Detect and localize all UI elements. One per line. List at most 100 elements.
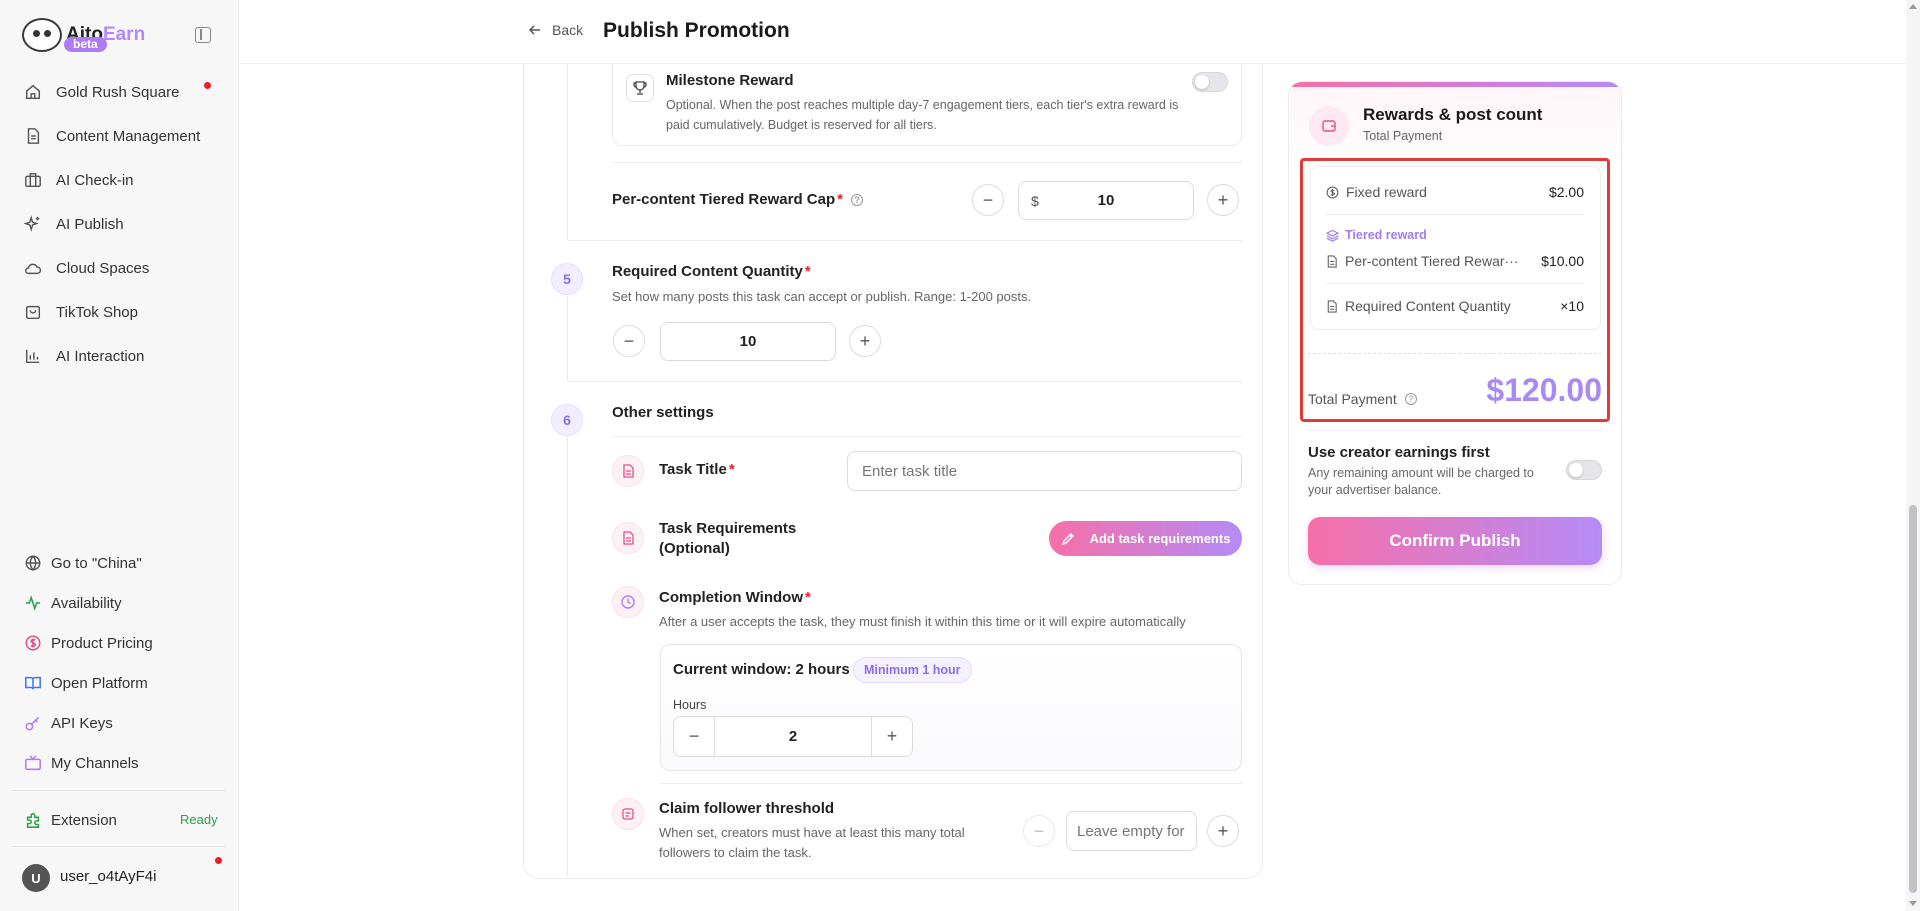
currency-symbol: $	[1031, 193, 1039, 209]
sidebar-item-cloud-spaces[interactable]: Cloud Spaces	[24, 254, 214, 282]
sidebar-item-tiktok-shop[interactable]: TikTok Shop	[24, 298, 214, 326]
confirm-publish-button[interactable]: Confirm Publish	[1308, 517, 1602, 565]
hours-decrement-button[interactable]: −	[674, 717, 714, 756]
sidebar-item-content-management[interactable]: Content Management	[24, 122, 214, 150]
sidebar-collapse-icon[interactable]	[195, 27, 211, 43]
minimum-hour-badge: Minimum 1 hour	[853, 657, 972, 683]
quantity-input[interactable]: 10	[660, 322, 836, 361]
step-5-title-text: Required Content Quantity	[612, 263, 803, 280]
sidebar-item-label: TikTok Shop	[56, 303, 138, 321]
follower-threshold-description: When set, creators must have at least th…	[659, 825, 965, 860]
briefcase-icon	[24, 171, 42, 189]
brand-logo[interactable]: AitoEarn beta	[22, 18, 145, 52]
help-icon[interactable]: ?	[850, 194, 863, 206]
avatar[interactable]: U	[22, 864, 50, 892]
hours-value[interactable]: 2	[714, 717, 872, 756]
sidebar-item-gold-rush-square[interactable]: Gold Rush Square	[24, 78, 214, 106]
follower-threshold-input[interactable]	[1066, 811, 1197, 851]
task-title-label: Task Title *	[659, 461, 735, 478]
book-icon	[24, 674, 42, 692]
completion-window-description: After a user accepts the task, they must…	[659, 614, 1186, 629]
sidebar-item-open-platform[interactable]: Open Platform	[24, 670, 148, 696]
puzzle-icon	[24, 811, 42, 829]
creator-earnings-toggle[interactable]	[1566, 460, 1602, 480]
sidebar-item-ai-publish[interactable]: AI Publish	[24, 210, 214, 238]
step-5-title: Required Content Quantity *	[612, 263, 811, 280]
sidebar-item-api-keys[interactable]: API Keys	[24, 710, 113, 736]
milestone-description: Optional. When the post reaches multiple…	[666, 98, 1179, 132]
sidebar-item-label: My Channels	[51, 754, 139, 772]
home-icon	[24, 83, 42, 101]
sidebar-item-product-pricing[interactable]: Product Pricing	[24, 630, 153, 656]
key-icon	[24, 714, 42, 732]
sidebar-item-label: Cloud Spaces	[56, 259, 150, 277]
highlight-box	[1300, 158, 1610, 422]
step-line	[567, 64, 568, 240]
activity-icon	[24, 594, 42, 612]
tier-cap-increment-button[interactable]: +	[1207, 184, 1239, 216]
sidebar: AitoEarn beta Gold Rush Square Content M…	[0, 0, 239, 911]
completion-window-label: Completion Window *	[659, 589, 811, 606]
sidebar-item-label: AI Publish	[56, 215, 124, 233]
tier-cap-input[interactable]: $10	[1018, 181, 1194, 220]
wallet-icon	[1309, 106, 1349, 146]
brand-name-b: Earn	[102, 24, 146, 45]
sidebar-item-label: AI Interaction	[56, 347, 145, 365]
hours-increment-button[interactable]: +	[872, 717, 912, 756]
follower-decrement-button[interactable]: −	[1023, 815, 1055, 847]
step-5-indicator: 5	[551, 263, 583, 295]
scrollbar-thumb[interactable]	[1909, 505, 1917, 893]
task-requirements-label-line2: (Optional)	[659, 540, 730, 557]
back-button[interactable]: Back	[528, 22, 583, 38]
sidebar-item-availability[interactable]: Availability	[24, 590, 122, 616]
task-requirements-label-line1: Task Requirements	[659, 520, 797, 537]
sidebar-item-label: Availability	[51, 594, 122, 612]
top-bar	[240, 0, 1906, 64]
current-window-text: Current window: 2 hours	[673, 661, 850, 678]
username[interactable]: user_o4tAyF4i	[60, 868, 156, 885]
summary-title: Rewards & post count	[1363, 105, 1543, 124]
creator-earnings-description: Any remaining amount will be charged to …	[1308, 466, 1534, 497]
tier-cap-decrement-button[interactable]: −	[972, 184, 1004, 216]
sidebar-item-label: AI Check-in	[56, 171, 134, 189]
quantity-decrement-button[interactable]: −	[613, 325, 645, 357]
pencil-icon	[1061, 533, 1074, 546]
quantity-increment-button[interactable]: +	[849, 325, 881, 357]
add-task-requirements-label: Add task requirements	[1089, 531, 1231, 546]
follower-threshold-label: Claim follower threshold	[659, 800, 835, 817]
sidebar-item-go-to-china[interactable]: Go to "China"	[24, 550, 142, 576]
mascot-icon	[22, 18, 62, 52]
sidebar-item-extension[interactable]: Extension	[24, 807, 117, 833]
bar-chart-icon	[24, 347, 42, 365]
quantity-value: 10	[739, 333, 757, 350]
divider	[612, 436, 1242, 437]
milestone-title: Milestone Reward	[666, 72, 794, 89]
sidebar-item-my-channels[interactable]: My Channels	[24, 750, 139, 776]
notification-dot	[204, 82, 211, 89]
notification-dot	[215, 857, 222, 864]
sidebar-item-ai-check-in[interactable]: AI Check-in	[24, 166, 214, 194]
tier-cap-label: Per-content Tiered Reward Cap *?	[612, 191, 863, 208]
milestone-toggle[interactable]	[1192, 72, 1228, 92]
cloud-icon	[24, 259, 42, 277]
sidebar-item-label: Go to "China"	[51, 554, 142, 572]
sidebar-divider	[12, 846, 225, 847]
follower-increment-button[interactable]: +	[1207, 815, 1239, 847]
divider	[612, 162, 1242, 163]
add-task-requirements-button[interactable]: Add task requirements	[1049, 521, 1242, 556]
step-line	[567, 295, 568, 381]
required-mark: *	[804, 263, 811, 280]
sidebar-item-ai-interaction[interactable]: AI Interaction	[24, 342, 214, 370]
divider	[660, 783, 1242, 784]
scroll-up-icon[interactable]	[1909, 4, 1917, 9]
required-mark: *	[837, 191, 843, 208]
divider	[1308, 430, 1602, 431]
hours-stepper: − 2 +	[673, 716, 913, 757]
dollar-circle-icon	[24, 634, 42, 652]
scroll-down-icon[interactable]	[1909, 901, 1917, 906]
globe-icon	[24, 554, 42, 572]
document-icon	[24, 127, 42, 145]
back-label: Back	[552, 22, 584, 38]
required-mark: *	[728, 461, 735, 478]
task-title-input[interactable]	[847, 451, 1242, 491]
